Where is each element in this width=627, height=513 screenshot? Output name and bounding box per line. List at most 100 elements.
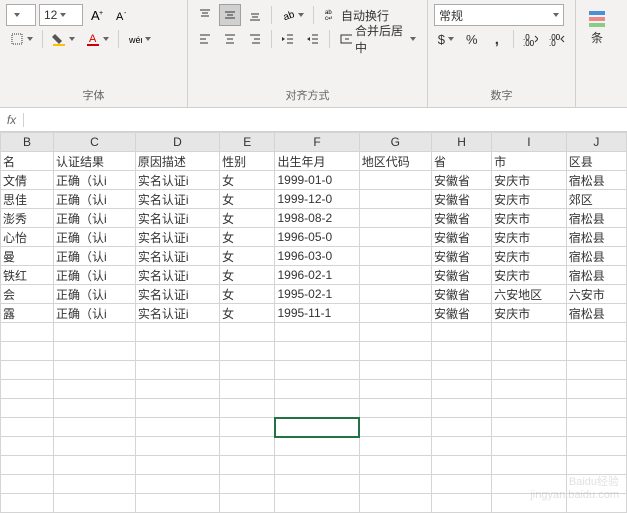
cell[interactable] xyxy=(492,361,567,380)
cell[interactable]: 宿松县 xyxy=(566,247,626,266)
font-family-dropdown[interactable] xyxy=(6,4,36,26)
cell[interactable] xyxy=(431,342,491,361)
cell[interactable]: 实名认证i xyxy=(135,209,219,228)
cell[interactable]: 安庆市 xyxy=(492,266,567,285)
cell[interactable] xyxy=(359,323,431,342)
cell[interactable]: 心怡 xyxy=(1,228,54,247)
header-cell[interactable]: 省 xyxy=(431,152,491,171)
col-header-E[interactable]: E xyxy=(220,133,275,152)
cell[interactable] xyxy=(220,456,275,475)
cell[interactable] xyxy=(1,456,54,475)
cell[interactable] xyxy=(359,171,431,190)
cell[interactable]: 宿松县 xyxy=(566,228,626,247)
cell[interactable]: 安徽省 xyxy=(431,266,491,285)
cell[interactable]: 1999-01-0 xyxy=(275,171,359,190)
cell[interactable]: 宿松县 xyxy=(566,304,626,323)
cell[interactable]: 六安地区 xyxy=(492,285,567,304)
col-header-C[interactable]: C xyxy=(53,133,135,152)
cell[interactable]: 1996-05-0 xyxy=(275,228,359,247)
font-color-button[interactable]: A xyxy=(82,28,113,50)
number-format-dropdown[interactable]: 常规 xyxy=(434,4,564,26)
header-cell[interactable]: 原因描述 xyxy=(135,152,219,171)
cell[interactable] xyxy=(492,456,567,475)
cell[interactable] xyxy=(359,456,431,475)
cell[interactable] xyxy=(1,380,54,399)
cell[interactable]: 女 xyxy=(220,285,275,304)
cell[interactable]: 正确（认i xyxy=(53,266,135,285)
align-left-button[interactable] xyxy=(194,28,216,50)
cell[interactable] xyxy=(220,418,275,437)
col-header-J[interactable]: J xyxy=(566,133,626,152)
cell[interactable] xyxy=(359,190,431,209)
cell[interactable] xyxy=(566,456,626,475)
cell[interactable] xyxy=(566,437,626,456)
cell[interactable] xyxy=(492,437,567,456)
border-button[interactable] xyxy=(6,28,37,50)
cell[interactable]: 安庆市 xyxy=(492,190,567,209)
cell[interactable] xyxy=(275,399,359,418)
cell[interactable]: 安徽省 xyxy=(431,209,491,228)
cell[interactable] xyxy=(53,399,135,418)
cell[interactable]: 安徽省 xyxy=(431,285,491,304)
cell[interactable] xyxy=(431,380,491,399)
decrease-font-button[interactable]: A- xyxy=(111,4,133,26)
cell[interactable]: 六安市 xyxy=(566,285,626,304)
cell[interactable] xyxy=(566,361,626,380)
cell[interactable] xyxy=(135,342,219,361)
cell[interactable]: 正确（认i xyxy=(53,285,135,304)
col-header-D[interactable]: D xyxy=(135,133,219,152)
cell[interactable]: 安徽省 xyxy=(431,190,491,209)
cell[interactable] xyxy=(275,361,359,380)
formula-input[interactable] xyxy=(24,109,627,131)
cell[interactable] xyxy=(220,437,275,456)
cell[interactable] xyxy=(566,380,626,399)
cell[interactable] xyxy=(566,399,626,418)
cell[interactable]: 正确（认i xyxy=(53,171,135,190)
orientation-button[interactable]: ab xyxy=(277,4,308,26)
cell[interactable] xyxy=(431,418,491,437)
conditional-format-button[interactable]: 条 xyxy=(582,4,612,51)
cell[interactable]: 会 xyxy=(1,285,54,304)
cell[interactable] xyxy=(359,304,431,323)
cell[interactable]: 安徽省 xyxy=(431,247,491,266)
comma-button[interactable]: , xyxy=(486,28,508,50)
cell[interactable]: 1998-08-2 xyxy=(275,209,359,228)
header-cell[interactable]: 地区代码 xyxy=(359,152,431,171)
cell[interactable] xyxy=(220,475,275,494)
cell[interactable] xyxy=(1,399,54,418)
cell[interactable] xyxy=(135,437,219,456)
align-middle-button[interactable] xyxy=(219,4,241,26)
cell[interactable] xyxy=(359,380,431,399)
header-cell[interactable]: 名 xyxy=(1,152,54,171)
cell[interactable] xyxy=(135,456,219,475)
increase-font-button[interactable]: A+ xyxy=(86,4,108,26)
cell[interactable]: 实名认证i xyxy=(135,247,219,266)
cell[interactable]: 正确（认i xyxy=(53,247,135,266)
col-header-G[interactable]: G xyxy=(359,133,431,152)
cell[interactable] xyxy=(135,418,219,437)
cell[interactable] xyxy=(359,209,431,228)
fill-color-button[interactable] xyxy=(48,28,79,50)
cell[interactable] xyxy=(53,418,135,437)
cell[interactable] xyxy=(275,456,359,475)
cell[interactable] xyxy=(275,323,359,342)
phonetic-button[interactable]: wén xyxy=(124,28,155,50)
cell[interactable]: 女 xyxy=(220,190,275,209)
font-size-dropdown[interactable]: 12 xyxy=(39,4,83,26)
cell[interactable]: 安徽省 xyxy=(431,304,491,323)
cell[interactable] xyxy=(359,266,431,285)
col-header-I[interactable]: I xyxy=(492,133,567,152)
cell[interactable]: 宿松县 xyxy=(566,266,626,285)
cell[interactable] xyxy=(492,342,567,361)
cell[interactable]: 1996-03-0 xyxy=(275,247,359,266)
cell[interactable] xyxy=(53,437,135,456)
align-top-button[interactable] xyxy=(194,4,216,26)
percent-button[interactable]: % xyxy=(461,28,483,50)
cell[interactable]: 正确（认i xyxy=(53,304,135,323)
cell[interactable] xyxy=(359,228,431,247)
cell[interactable] xyxy=(275,342,359,361)
cell[interactable]: 实名认证i xyxy=(135,304,219,323)
cell[interactable]: 安徽省 xyxy=(431,171,491,190)
cell[interactable] xyxy=(220,361,275,380)
cell[interactable]: 实名认证i xyxy=(135,285,219,304)
